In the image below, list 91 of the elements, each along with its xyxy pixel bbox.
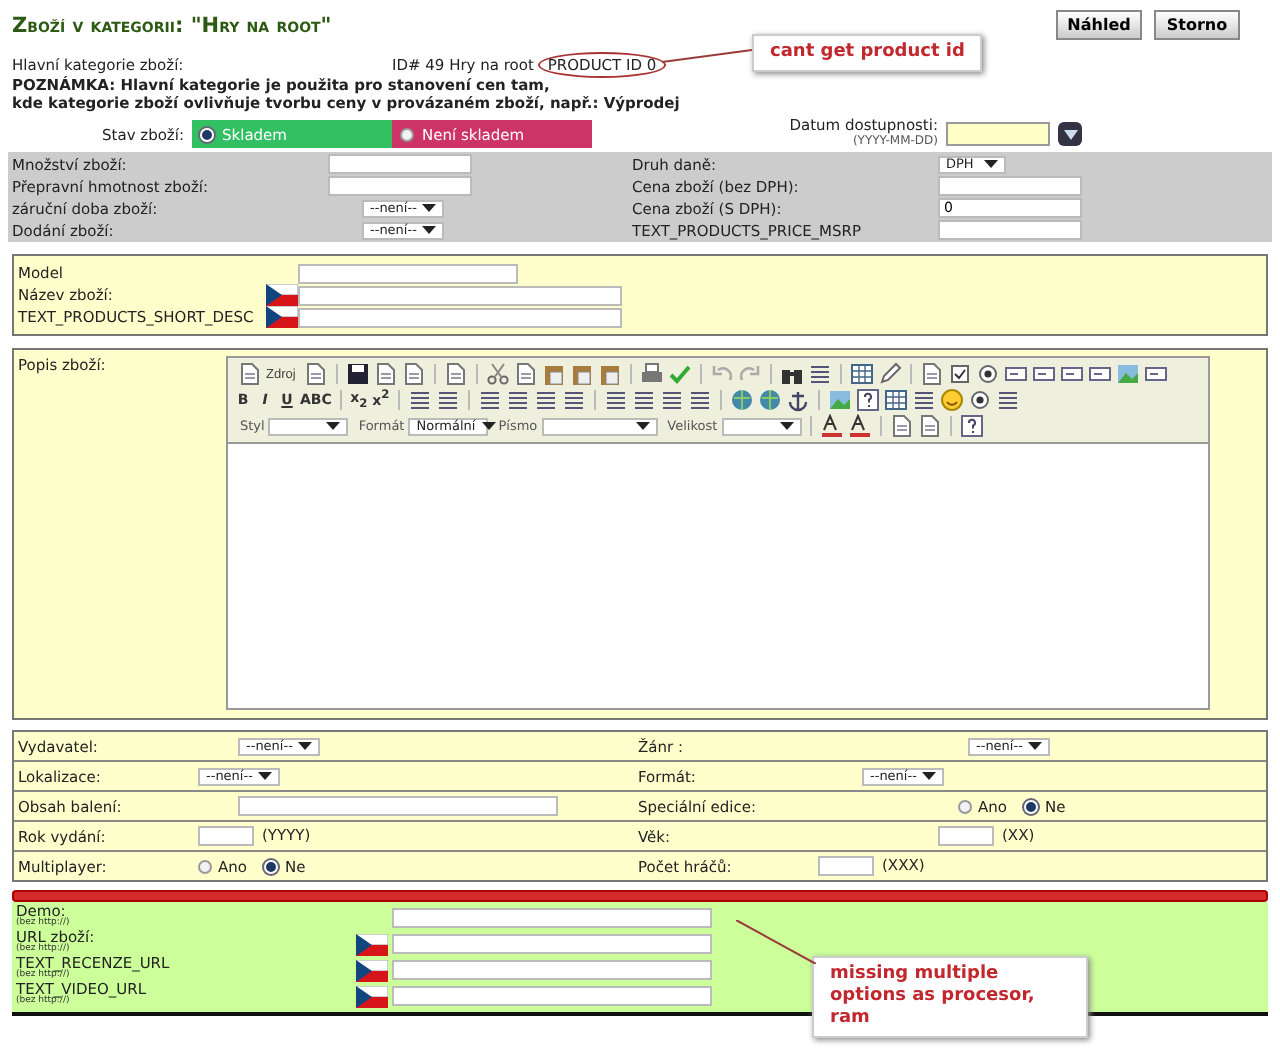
caret-icon xyxy=(1028,742,1043,751)
image-icon xyxy=(827,388,852,412)
text-lines-icon xyxy=(477,388,502,412)
radio-icon xyxy=(967,388,992,412)
text-lines-icon xyxy=(505,388,530,412)
document-icon xyxy=(373,362,398,386)
printer-icon xyxy=(639,362,664,386)
form-field-icon xyxy=(1031,362,1056,386)
radio-button[interactable] xyxy=(400,127,414,141)
clipboard-icon xyxy=(541,362,566,386)
radio-icon xyxy=(975,362,1000,386)
document-icon xyxy=(443,362,468,386)
checkmark-icon xyxy=(667,362,692,386)
checkbox-icon xyxy=(947,362,972,386)
editor-area[interactable] xyxy=(228,444,1208,708)
caret-icon xyxy=(326,422,341,430)
text-lines-icon xyxy=(561,388,586,412)
form-field-icon xyxy=(1003,362,1028,386)
date-field[interactable] xyxy=(946,122,1050,146)
form-field-icon xyxy=(1143,362,1168,386)
scissors-icon xyxy=(485,362,510,386)
text-lines-icon xyxy=(435,388,460,412)
globe-icon xyxy=(757,388,782,412)
input-field[interactable] xyxy=(938,826,994,846)
input-field[interactable] xyxy=(392,960,712,980)
document-icon xyxy=(401,362,426,386)
document-icon xyxy=(238,362,262,386)
text-color-icon xyxy=(819,414,844,438)
input-field[interactable] xyxy=(328,176,472,196)
caret-icon xyxy=(298,742,313,751)
radio-button[interactable] xyxy=(958,799,972,813)
input-field[interactable] xyxy=(198,826,254,846)
text-lines-icon xyxy=(911,388,936,412)
text-lines-icon xyxy=(407,388,432,412)
help-icon xyxy=(855,388,880,412)
save-icon xyxy=(345,362,370,386)
input-field[interactable] xyxy=(328,154,472,174)
dropdown[interactable] xyxy=(541,417,658,435)
text-color-icon xyxy=(847,414,872,438)
caret-icon xyxy=(922,772,937,781)
text-lines-icon xyxy=(659,388,684,412)
form-field-icon xyxy=(1059,362,1084,386)
annotation-callout: cant get product id xyxy=(752,34,983,72)
globe-icon xyxy=(729,388,754,412)
table-icon xyxy=(849,362,874,386)
clipboard-icon xyxy=(569,362,594,386)
text-lines-icon xyxy=(807,362,832,386)
document-icon xyxy=(919,362,944,386)
caret-icon xyxy=(481,422,496,430)
input-field[interactable] xyxy=(392,908,712,928)
annotation-callout: missing multiple options as procesor, ram xyxy=(812,956,1088,1038)
input-field[interactable] xyxy=(818,856,874,876)
leader-line xyxy=(662,48,752,64)
dropdown[interactable] xyxy=(268,417,349,435)
input-field[interactable] xyxy=(298,263,518,283)
calendar-button[interactable] xyxy=(1058,122,1082,146)
anchor-icon xyxy=(785,388,810,412)
caret-icon xyxy=(635,422,650,430)
undo-icon xyxy=(709,362,734,386)
input-field[interactable] xyxy=(392,986,712,1006)
caret-icon xyxy=(1063,129,1077,139)
input-field[interactable] xyxy=(392,934,712,954)
caret-icon xyxy=(779,422,794,430)
input-field[interactable] xyxy=(938,220,1082,240)
form-field-icon xyxy=(1087,362,1112,386)
image-icon xyxy=(1115,362,1140,386)
clipboard-icon xyxy=(597,362,622,386)
document-icon xyxy=(513,362,538,386)
smiley-icon xyxy=(939,388,964,412)
pencil-icon xyxy=(877,362,902,386)
caret-icon xyxy=(984,160,998,168)
toolbar-button[interactable]: Náhled xyxy=(1056,10,1142,40)
text-lines-icon xyxy=(533,388,558,412)
caret-icon xyxy=(258,772,273,781)
document-icon xyxy=(303,362,328,386)
text-lines-icon xyxy=(603,388,628,412)
input-field[interactable] xyxy=(938,176,1082,196)
text-lines-icon xyxy=(995,388,1020,412)
document-icon xyxy=(917,414,942,438)
input-field[interactable] xyxy=(238,796,558,816)
table-icon xyxy=(883,388,908,412)
dropdown[interactable] xyxy=(721,417,802,435)
page-title: Zboží v kategorii: "Hry na root" xyxy=(12,13,332,37)
toolbar-button[interactable]: Storno xyxy=(1154,10,1240,40)
text-lines-icon xyxy=(687,388,712,412)
help-icon xyxy=(959,414,984,438)
document-icon xyxy=(889,414,914,438)
leader-line xyxy=(736,920,816,964)
redo-icon xyxy=(737,362,762,386)
radio-button[interactable] xyxy=(198,859,212,873)
text-lines-icon xyxy=(631,388,656,412)
